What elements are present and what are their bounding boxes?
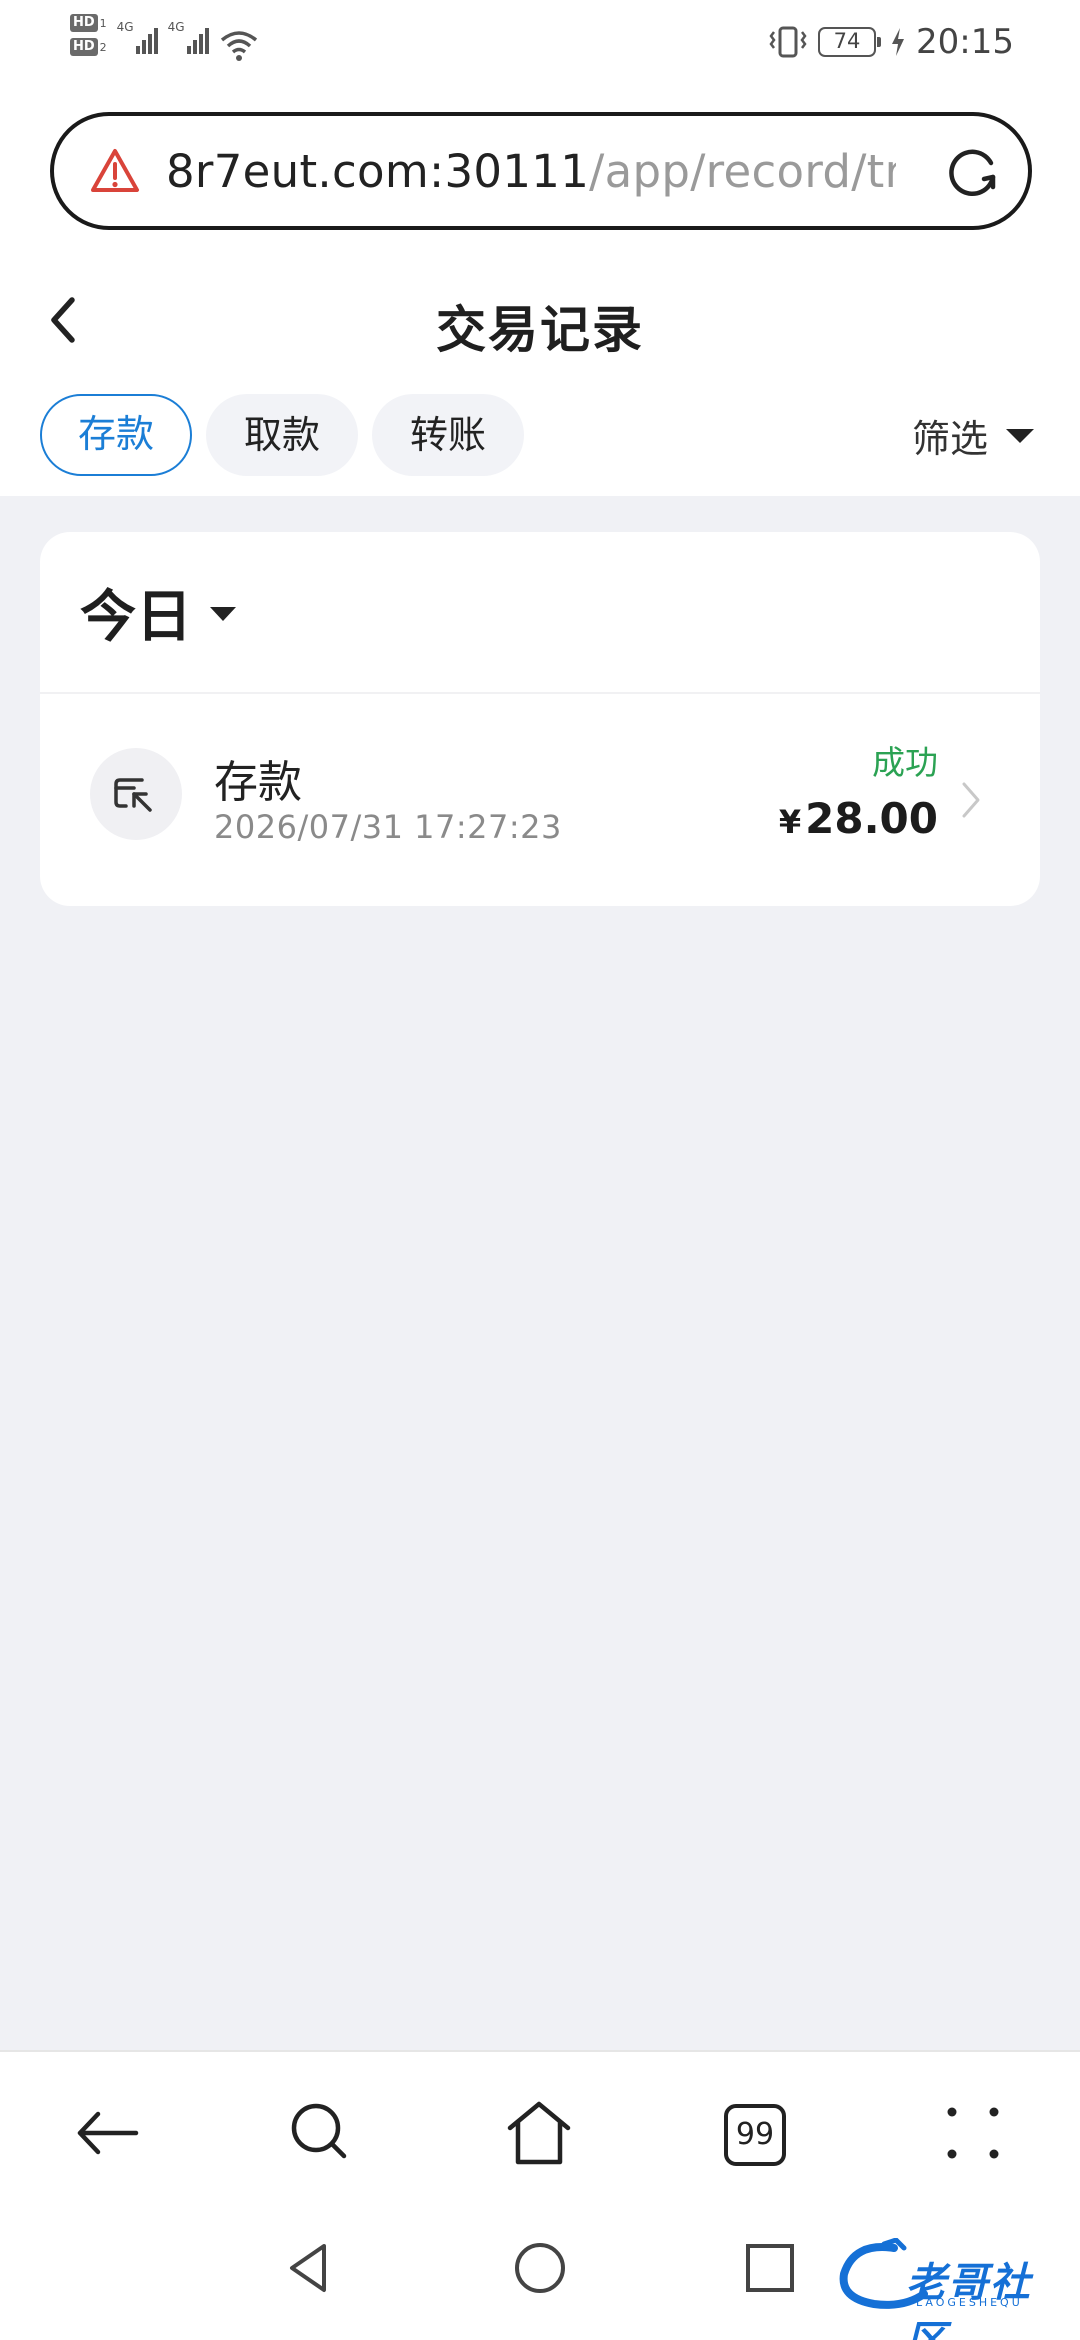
tab-transfer[interactable]: 转账	[372, 394, 524, 476]
sim1-label: HD	[70, 14, 98, 32]
reload-icon[interactable]	[944, 142, 1002, 200]
address-bar[interactable]: 8r7eut.com:30111/app/record/tra	[50, 112, 1032, 230]
browser-toolbar: 99	[0, 2050, 1080, 2210]
warning-icon[interactable]	[90, 146, 140, 196]
filter-label: 筛选	[911, 417, 988, 461]
status-left: HD 1 HD 2 4G 4G	[70, 14, 259, 64]
currency-symbol: ¥	[778, 803, 802, 841]
deposit-icon	[90, 748, 182, 840]
system-navigation: 老哥社区 LAOGESHEQU	[0, 2210, 1080, 2340]
nav-recents-icon[interactable]	[740, 2238, 800, 2298]
watermark-logo: 老哥社区 LAOGESHEQU	[834, 2237, 1064, 2340]
network1-label: 4G	[116, 20, 134, 34]
battery-icon: 74	[818, 27, 882, 57]
vibrate-icon	[769, 26, 807, 58]
home-icon[interactable]	[504, 2098, 574, 2168]
charging-icon	[892, 28, 905, 56]
status-bar: HD 1 HD 2 4G 4G 74 20:15	[0, 0, 1080, 90]
url-text[interactable]: 8r7eut.com:30111/app/record/tra	[166, 145, 896, 198]
tabs-icon[interactable]: 99	[724, 2104, 786, 2166]
tab-withdraw[interactable]: 取款	[206, 394, 358, 476]
page-header: 交易记录	[0, 262, 1080, 382]
sim2-indicator: HD 2	[70, 38, 107, 56]
record-row[interactable]: 存款 2026/07/31 17:27:23 成功 ¥28.00	[40, 694, 1040, 904]
signal-icon: 4G	[168, 14, 209, 54]
day-label: 今日	[80, 584, 192, 650]
status-right: 74 20:15	[768, 22, 1014, 62]
page-title: 交易记录	[436, 301, 644, 359]
nav-back-icon[interactable]	[280, 2238, 340, 2298]
signal-icon: 4G	[117, 14, 158, 54]
chevron-right-icon	[962, 782, 980, 818]
network2-label: 4G	[167, 20, 185, 34]
clock: 20:15	[916, 22, 1014, 62]
url-host: 8r7eut.com:30111	[166, 144, 590, 198]
records-area: 今日 存款 2026/07/31 17:27:23 成功 ¥28.00	[0, 496, 1080, 2050]
day-selector[interactable]: 今日	[40, 532, 1040, 694]
sim2-label: HD	[70, 38, 98, 56]
record-type-tabs: 存款 取款 转账	[40, 394, 524, 476]
records-card: 今日 存款 2026/07/31 17:27:23 成功 ¥28.00	[40, 532, 1040, 906]
amount-value: 28.00	[805, 794, 938, 843]
search-icon[interactable]	[286, 2098, 356, 2168]
sim1-index: 1	[99, 16, 107, 30]
record-type: 存款	[214, 757, 302, 808]
nav-home-icon[interactable]	[510, 2238, 570, 2298]
sim-indicators: HD 1 HD 2	[70, 14, 107, 56]
tab-deposit[interactable]: 存款	[40, 394, 192, 476]
watermark-subtext: LAOGESHEQU	[916, 2296, 1023, 2309]
sim2-index: 2	[99, 40, 107, 54]
filter-button[interactable]: 筛选	[912, 408, 1034, 463]
url-path: /app/record/tra	[589, 144, 896, 198]
wifi-icon	[220, 31, 257, 61]
record-status: 成功	[872, 743, 938, 782]
caret-down-icon	[1006, 428, 1034, 443]
caret-down-icon	[210, 607, 236, 621]
sim1-indicator: HD 1	[70, 14, 107, 32]
back-arrow-icon[interactable]	[72, 2098, 142, 2168]
more-icon[interactable]	[938, 2098, 1008, 2168]
record-time: 2026/07/31 17:27:23	[214, 808, 562, 846]
record-amount: ¥28.00	[779, 794, 938, 843]
watermark-text: 老哥社区	[906, 2260, 1032, 2340]
